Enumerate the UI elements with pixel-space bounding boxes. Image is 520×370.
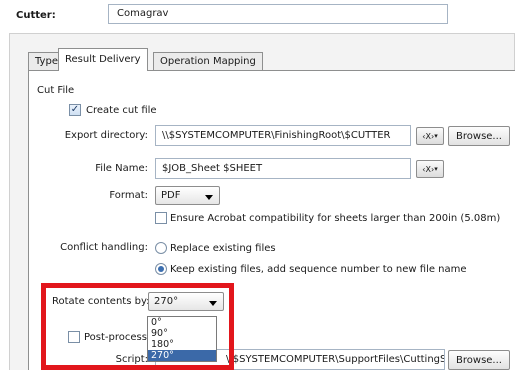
format-select[interactable]: PDF	[155, 186, 220, 205]
export-browse-button[interactable]: Browse...	[448, 126, 510, 146]
replace-files-radio[interactable]	[155, 242, 167, 254]
keep-files-radio[interactable]	[155, 263, 167, 275]
cutter-field[interactable]: Comagrav	[108, 4, 448, 24]
acrobat-compat-label: Ensure Acrobat compatibility for sheets …	[170, 213, 501, 224]
variables-icon: ‹X›	[422, 131, 435, 141]
create-cut-file-checkbox[interactable]: ✓	[69, 104, 81, 116]
tab-result-delivery[interactable]: Result Delivery	[58, 48, 148, 71]
create-cut-file-label: Create cut file	[86, 105, 157, 116]
replace-files-label: Replace existing files	[170, 243, 276, 254]
cut-file-section-label: Cut File	[37, 85, 75, 96]
conflict-handling-label: Conflict handling:	[60, 242, 148, 253]
acrobat-compat-checkbox[interactable]	[155, 212, 167, 224]
chevron-down-icon: ▾	[434, 165, 438, 173]
tab-operation-mapping[interactable]: Operation Mapping	[153, 52, 263, 70]
variables-icon: ‹X›	[422, 164, 435, 174]
keep-files-label: Keep existing files, add sequence number…	[170, 264, 467, 275]
cutter-label: Cutter:	[16, 10, 56, 21]
export-variables-button[interactable]: ‹X› ▾	[416, 127, 444, 145]
file-name-label: File Name:	[95, 163, 148, 174]
highlight-annotation-box	[41, 283, 234, 370]
chevron-down-icon	[205, 195, 213, 200]
script-browse-button[interactable]: Browse...	[448, 350, 510, 370]
file-name-input[interactable]: $JOB_Sheet $SHEET	[155, 158, 411, 179]
export-directory-label: Export directory:	[64, 130, 148, 141]
format-label: Format:	[109, 190, 148, 201]
format-value: PDF	[161, 190, 181, 201]
checkmark-icon: ✓	[70, 104, 80, 115]
export-directory-input[interactable]: \\$SYSTEMCOMPUTER\FinishingRoot\$CUTTER	[155, 125, 411, 146]
chevron-down-icon: ▾	[434, 132, 438, 140]
file-name-variables-button[interactable]: ‹X› ▾	[416, 160, 444, 178]
